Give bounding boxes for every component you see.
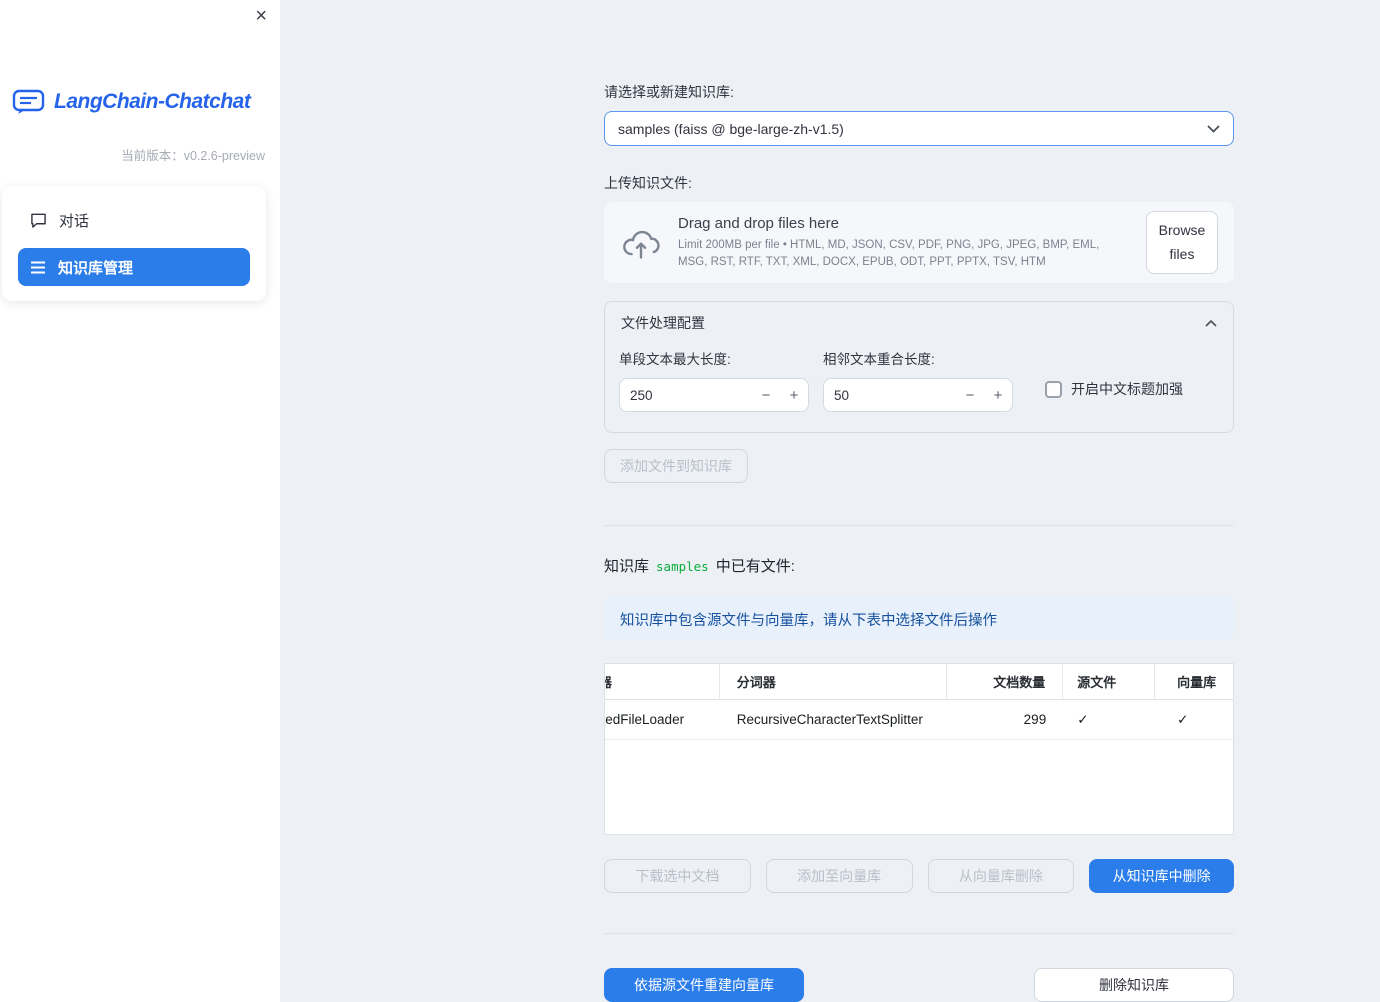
zh-title-enhance-label: 开启中文标题加强 xyxy=(1071,381,1183,397)
cell-doc-count: 299 xyxy=(1023,712,1047,727)
version-text: 当前版本：v0.2.6-preview xyxy=(121,149,265,163)
sidebar: × LangChain-Chatchat 当前版本：v0.2.6-preview… xyxy=(0,0,280,1002)
chevron-up-icon xyxy=(1205,319,1217,327)
expander-title: 文件处理配置 xyxy=(621,315,705,331)
kb-name-code: samples xyxy=(656,559,709,574)
kb-files-suffix: 中已有文件: xyxy=(715,558,795,575)
file-config-expander: 文件处理配置 单段文本最大长度: − + 相邻文本重合长度: xyxy=(604,301,1234,433)
sidebar-item-knowledge-base[interactable]: 知识库管理 xyxy=(18,248,250,286)
kb-select-value: samples (faiss @ bge-large-zh-v1.5) xyxy=(618,120,844,137)
chevron-down-icon xyxy=(1207,124,1220,133)
minus-icon[interactable]: − xyxy=(956,387,984,404)
knowledge-base-icon xyxy=(30,260,46,275)
kb-select-label: 请选择或新建知识库: xyxy=(604,84,734,100)
app-title: LangChain-Chatchat xyxy=(54,89,251,113)
overlap-stepper: − + xyxy=(823,378,1013,412)
kb-files-heading: 知识库 samples 中已有文件: xyxy=(604,555,1234,576)
col-header-doc-count[interactable]: 文档数量 xyxy=(947,664,1064,699)
dropzone-title: Drag and drop files here xyxy=(678,214,839,232)
zh-title-enhance-checkbox[interactable] xyxy=(1045,380,1062,398)
sidebar-item-label: 对话 xyxy=(59,212,90,230)
sidebar-menu: 对话 知识库管理 xyxy=(2,186,266,301)
col-header-source-file[interactable]: 源文件 xyxy=(1063,664,1156,699)
sidebar-item-chat[interactable]: 对话 xyxy=(18,201,250,239)
cell-splitter: RecursiveCharacterTextSplitter xyxy=(736,712,923,727)
col-header-loader[interactable]: 文档加载器 xyxy=(605,664,720,699)
delete-kb-button[interactable]: 删除知识库 xyxy=(1034,968,1234,1002)
rebuild-vector-store-button[interactable]: 依据源文件重建向量库 xyxy=(604,968,804,1002)
cell-source-file-check: ✓ xyxy=(1077,711,1089,727)
col-header-vector-store[interactable]: 向量库 xyxy=(1155,664,1233,699)
main-area: 请选择或新建知识库: samples (faiss @ bge-large-zh… xyxy=(280,0,1380,1002)
expander-body: 单段文本最大长度: − + 相邻文本重合长度: − + xyxy=(605,344,1233,432)
plus-icon[interactable]: + xyxy=(984,387,1012,404)
col-header-splitter[interactable]: 分词器 xyxy=(720,664,948,699)
upload-label: 上传知识文件: xyxy=(604,175,692,191)
divider xyxy=(604,525,1234,526)
kb-select[interactable]: samples (faiss @ bge-large-zh-v1.5) xyxy=(604,111,1234,146)
cell-loader: UnstructuredFileLoader xyxy=(605,712,685,727)
logo: LangChain-Chatchat xyxy=(12,88,280,115)
sidebar-item-label: 知识库管理 xyxy=(58,259,134,277)
add-to-vector-store-button[interactable]: 添加至向量库 xyxy=(765,859,913,893)
chunk-size-group: 单段文本最大长度: − + xyxy=(619,348,809,412)
download-selected-button[interactable]: 下载选中文档 xyxy=(604,859,751,893)
file-dropzone[interactable]: Drag and drop files here Limit 200MB per… xyxy=(604,202,1234,283)
chunk-size-input[interactable] xyxy=(620,387,752,403)
plus-icon[interactable]: + xyxy=(780,387,808,404)
cell-vector-store-check: ✓ xyxy=(1177,711,1189,727)
overlap-group: 相邻文本重合长度: − + xyxy=(823,348,1013,412)
overlap-input[interactable] xyxy=(824,387,956,403)
delete-from-vector-store-button[interactable]: 从向量库删除 xyxy=(927,859,1075,893)
row-actions: 下载选中文档 添加至向量库 从向量库删除 从知识库中删除 xyxy=(604,859,1234,893)
info-banner-text: 知识库中包含源文件与向量库，请从下表中选择文件后操作 xyxy=(620,612,997,629)
zh-title-enhance-group: 开启中文标题加强 xyxy=(1045,379,1183,399)
sidebar-close-icon[interactable]: × xyxy=(255,6,267,26)
table-row[interactable]: UnstructuredFileLoader RecursiveCharacte… xyxy=(605,700,1233,740)
bottom-actions: 依据源文件重建向量库 删除知识库 xyxy=(604,968,1234,1002)
info-banner: 知识库中包含源文件与向量库，请从下表中选择文件后操作 xyxy=(604,597,1234,641)
dropzone-texts: Drag and drop files here Limit 200MB per… xyxy=(678,215,1130,270)
kb-files-prefix: 知识库 xyxy=(604,558,650,575)
chunk-size-label: 单段文本最大长度: xyxy=(619,352,731,367)
dropzone-limits: Limit 200MB per file • HTML, MD, JSON, C… xyxy=(678,238,1100,268)
chunk-size-stepper: − + xyxy=(619,378,809,412)
overlap-label: 相邻文本重合长度: xyxy=(823,352,935,367)
kb-files-table[interactable]: 文档加载器 分词器 文档数量 源文件 向量库 UnstructuredFileL… xyxy=(604,663,1234,835)
browse-files-button[interactable]: Browse files xyxy=(1146,211,1218,274)
chat-bubble-icon xyxy=(30,212,47,228)
chat-logo-icon xyxy=(12,88,45,115)
delete-from-kb-button[interactable]: 从知识库中删除 xyxy=(1089,859,1234,893)
add-files-to-kb-button[interactable]: 添加文件到知识库 xyxy=(604,449,748,483)
table-header-row: 文档加载器 分词器 文档数量 源文件 向量库 xyxy=(605,664,1233,700)
cloud-upload-icon xyxy=(620,226,662,260)
expander-header[interactable]: 文件处理配置 xyxy=(605,302,1233,344)
minus-icon[interactable]: − xyxy=(752,387,780,404)
divider xyxy=(604,933,1234,934)
